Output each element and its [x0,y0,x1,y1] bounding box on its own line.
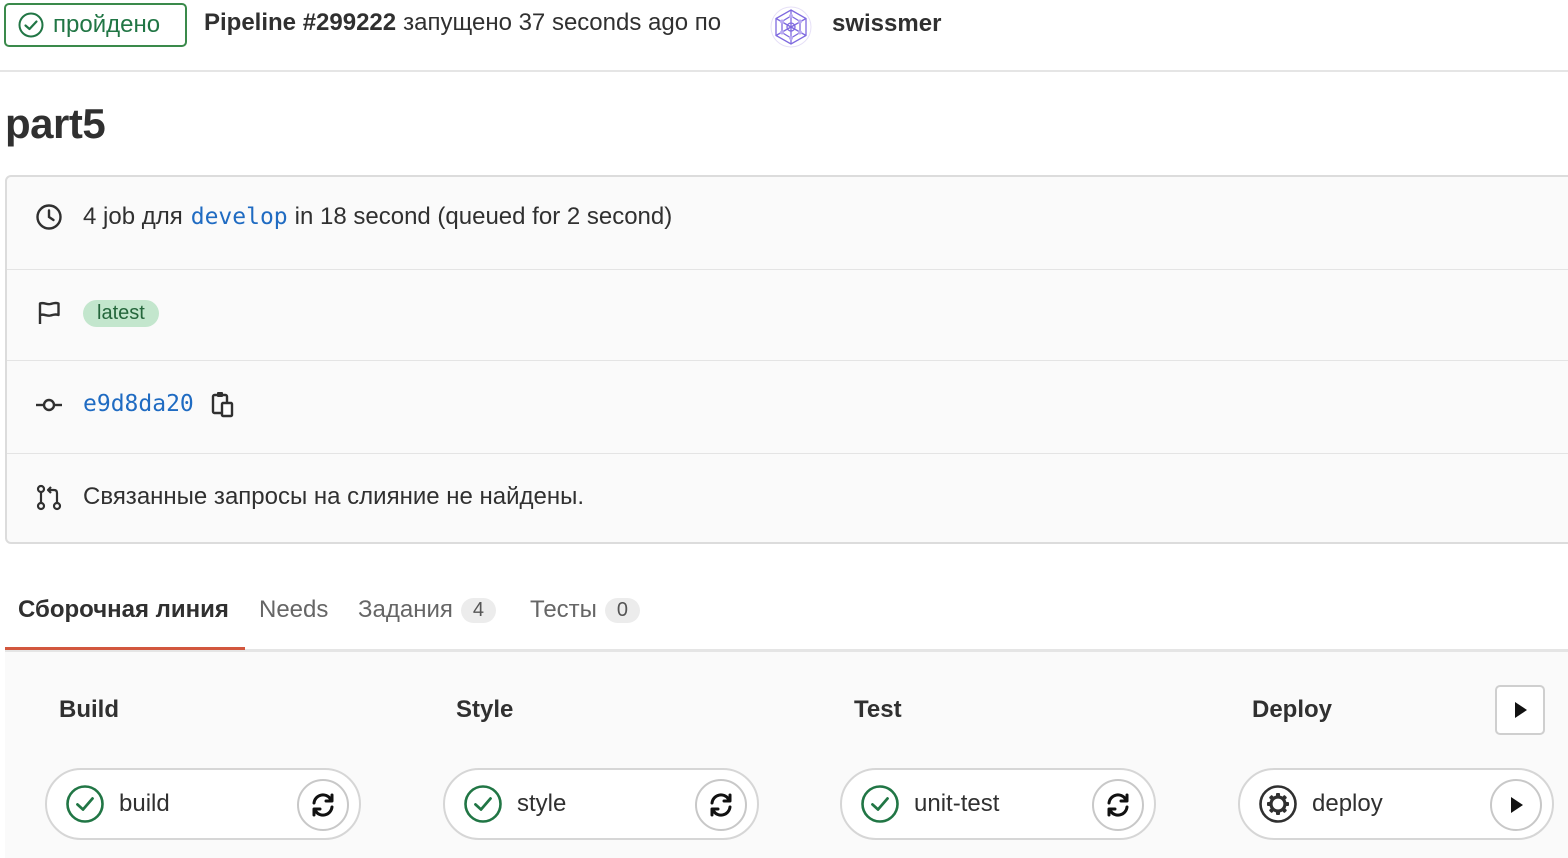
tab-label: Needs [259,596,329,623]
pipeline-info-box: 4 job для develop in 18 second (queued f… [5,175,1568,544]
check-circle-icon [861,785,899,823]
pipeline-graph: Build Style Test Deploy build style unit… [5,652,1568,858]
job-name: unit-test [914,790,1000,817]
page-title: part5 [5,100,106,147]
divider [7,453,1568,454]
tags-row: latest [7,299,1568,327]
divider [7,269,1568,270]
tab-label: Тесты [530,596,597,623]
status-label: пройдено [53,11,161,38]
job-name: deploy [1312,790,1383,817]
job-name: style [517,790,567,817]
play-icon [1511,797,1523,813]
pipeline-summary: Pipeline #299222 запущено 37 seconds ago… [204,9,721,37]
retry-icon [1107,793,1129,817]
username-link[interactable]: swissmer [832,10,941,38]
retry-icon [710,793,732,817]
tab-label: Сборочная линия [18,596,229,623]
pipeline-meta: запущено 37 seconds ago по [403,9,722,36]
commit-sha-link[interactable]: e9d8da20 [83,391,194,417]
play-button[interactable] [1490,779,1542,831]
flag-icon [38,301,60,324]
check-circle-icon [66,785,104,823]
tab-needs[interactable]: Needs [259,596,328,624]
clock-icon [36,204,62,230]
gear-icon [1259,785,1297,823]
tab-pipeline[interactable]: Сборочная линия [18,596,229,624]
merge-requests-row: Связанные запросы на слияние не найдены. [7,483,1568,511]
retry-icon [312,793,334,817]
stage-title-deploy: Deploy [1252,696,1333,723]
duration-text: in 18 second (queued for 2 second) [294,203,673,230]
job-build[interactable]: build [45,768,361,840]
merge-request-icon [36,484,62,511]
job-deploy[interactable]: deploy [1238,768,1554,840]
retry-button[interactable] [695,779,747,831]
tab-jobs[interactable]: Задания 4 [358,596,496,624]
tab-tests[interactable]: Тесты 0 [530,596,641,624]
divider [7,360,1568,361]
play-icon [1515,702,1527,718]
pipeline-tabs: Сборочная линия Needs Задания 4 Тесты 0 [5,580,1568,652]
status-badge[interactable]: пройдено [4,3,187,47]
stage-title-style: Style [456,696,514,723]
tab-label: Задания [358,596,453,623]
jobs-count-text: 4 job для [83,203,183,230]
check-circle-icon [18,12,44,38]
jobs-count-badge: 4 [460,597,496,623]
job-style[interactable]: style [443,768,759,840]
duration-row: 4 job для develop in 18 second (queued f… [7,203,1568,231]
copy-icon[interactable] [210,390,236,418]
commit-icon [36,398,62,412]
latest-badge: latest [83,299,159,327]
retry-button[interactable] [1092,779,1144,831]
branch-link[interactable]: develop [191,204,288,230]
job-name: build [119,790,170,817]
stage-title-build: Build [59,696,119,723]
retry-button[interactable] [297,779,349,831]
no-merge-requests-text: Связанные запросы на слияние не найдены. [83,483,585,510]
job-unit-test[interactable]: unit-test [840,768,1156,840]
commit-row: e9d8da20 [7,390,1568,418]
stage-title-test: Test [854,696,902,723]
pipeline-header: пройдено Pipeline #299222 запущено 37 se… [0,0,1568,72]
avatar[interactable] [770,6,812,48]
check-circle-icon [464,785,502,823]
tests-count-badge: 0 [604,597,641,623]
run-stage-button[interactable] [1495,685,1545,735]
pipeline-id: Pipeline #299222 [204,9,397,36]
active-tab-indicator [5,647,245,650]
